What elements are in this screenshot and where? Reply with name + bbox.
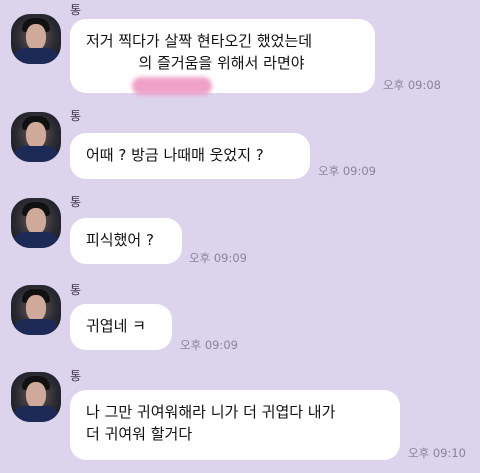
sender-name: 통 [70, 3, 82, 17]
redacted-text [132, 77, 212, 95]
sender-name: 통 [70, 369, 82, 383]
message-line: 더 귀여워 할거다 [86, 425, 193, 443]
message-line: 나 그만 귀여워해라 니가 더 귀엽다 내가 [86, 403, 336, 421]
avatar[interactable] [11, 285, 61, 335]
message-bubble[interactable]: 피식했어 ? [70, 218, 182, 264]
message-bubble[interactable]: 저거 찍다가 살짝 현타오긴 했었는데 의 즐거움을 위해서 라면야 [70, 19, 375, 95]
avatar[interactable] [11, 198, 61, 248]
avatar[interactable] [11, 372, 61, 422]
message-bubble[interactable]: 나 그만 귀여워해라 니가 더 귀엽다 내가 더 귀여워 할거다 [70, 390, 400, 460]
timestamp: 오후 09:10 [408, 446, 466, 460]
sender-name: 통 [70, 109, 82, 123]
message-bubble[interactable]: 어때 ? 방금 나때매 웃었지 ? [70, 133, 310, 179]
avatar[interactable] [11, 14, 61, 64]
timestamp: 오후 09:09 [189, 251, 247, 265]
sender-name: 통 [70, 195, 82, 209]
avatar[interactable] [11, 112, 61, 162]
timestamp: 오후 09:08 [383, 78, 441, 92]
message-line: 어때 ? 방금 나때매 웃었지 ? [86, 146, 264, 164]
message-line: 저거 찍다가 살짝 현타오긴 했었는데 [86, 32, 313, 50]
sender-name: 통 [70, 283, 82, 297]
timestamp: 오후 09:09 [180, 338, 238, 352]
message-line: 피식했어 ? [86, 231, 154, 249]
timestamp: 오후 09:09 [318, 164, 376, 178]
message-line: 귀엽네 ㅋ [86, 317, 146, 335]
message-bubble[interactable]: 귀엽네 ㅋ [70, 304, 172, 350]
message-line: 의 즐거움을 위해서 라면야 [86, 54, 305, 72]
